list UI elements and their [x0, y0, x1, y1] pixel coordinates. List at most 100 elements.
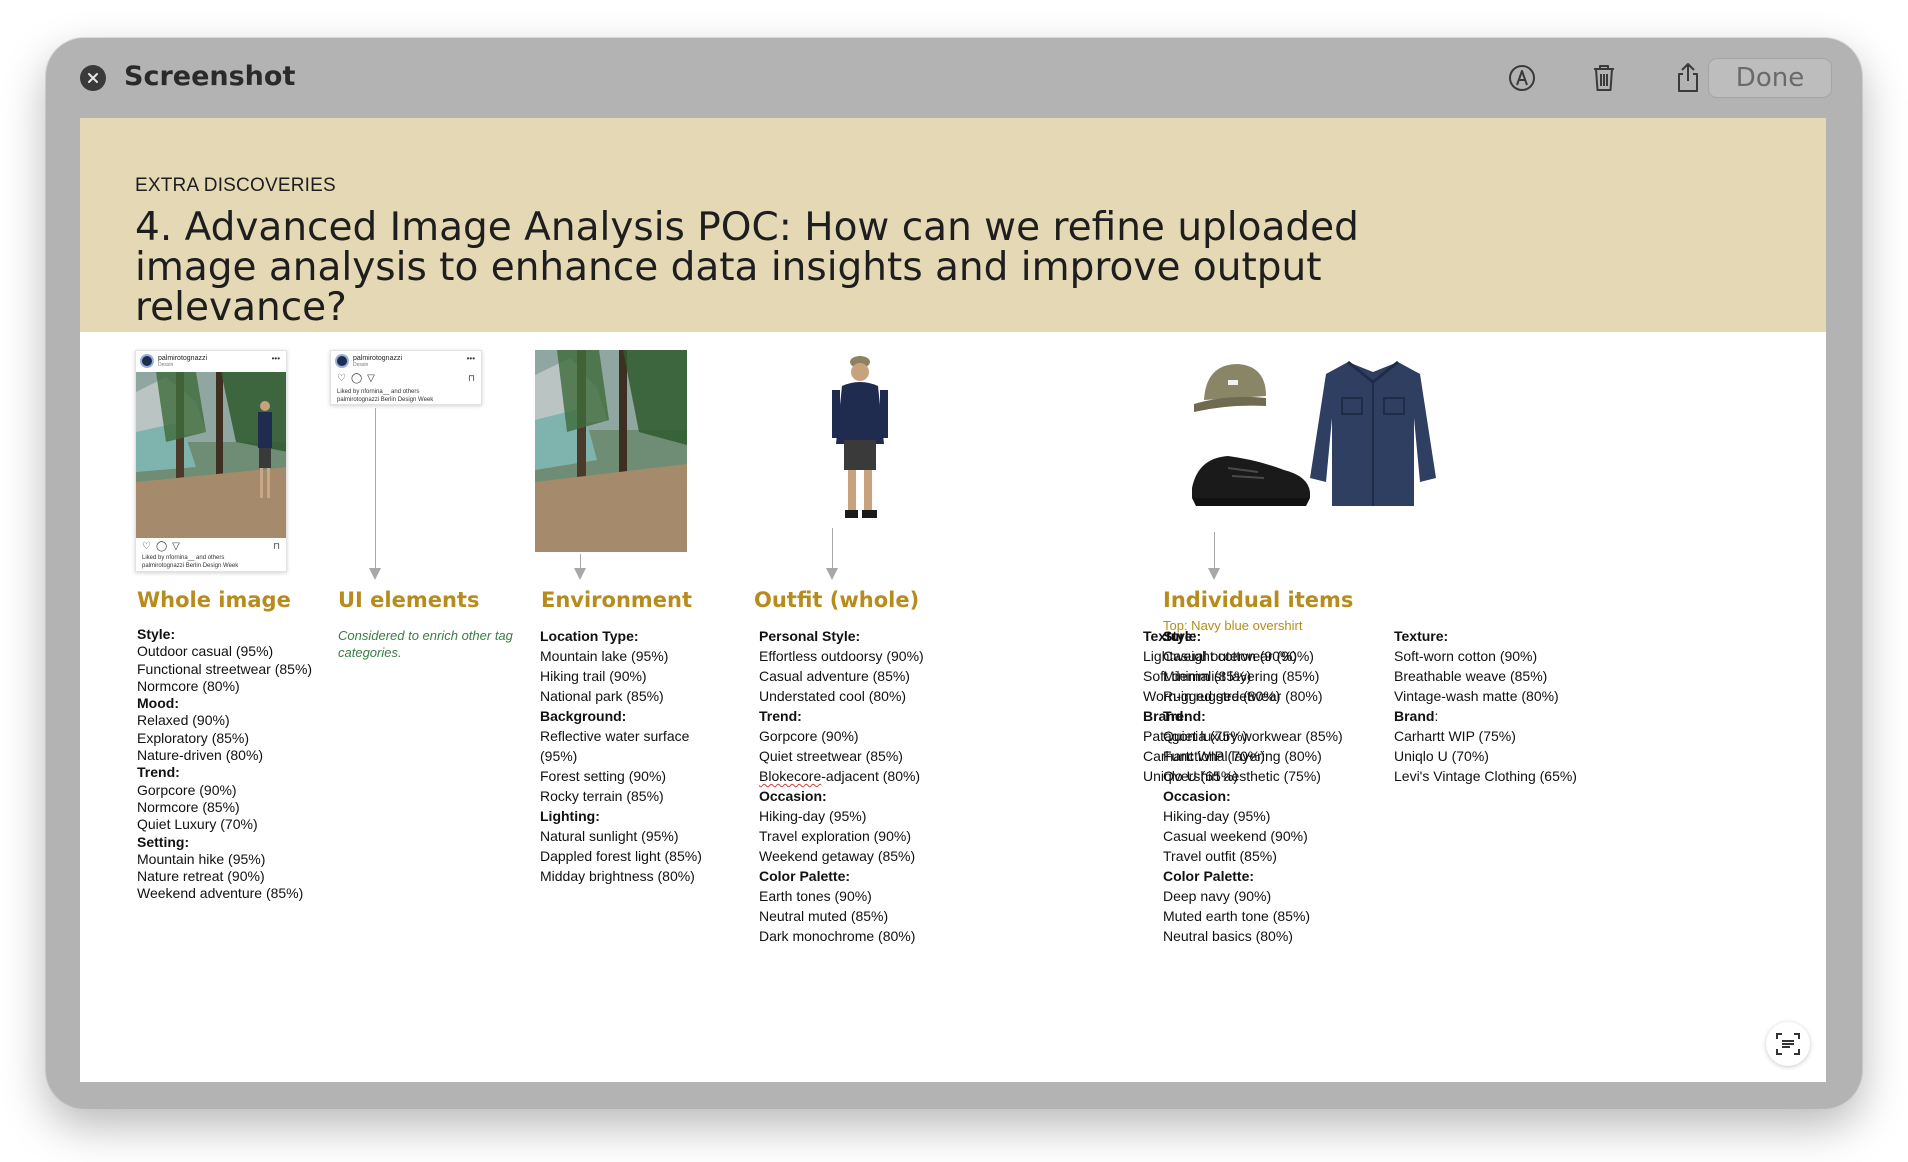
post-header: palmirotognazzi Dessin	[140, 354, 207, 368]
tag-item: Earth tones (90%)	[759, 888, 872, 904]
section-eyebrow: EXTRA DISCOVERIES	[135, 175, 336, 196]
outfit-tags-left: Personal Style: Effortless outdoorsy (90%…	[759, 626, 924, 946]
tag-item: Functional streetwear (85%)	[137, 660, 313, 677]
done-button[interactable]: Done	[1708, 58, 1832, 98]
live-text-button[interactable]	[1766, 1022, 1810, 1066]
arrow-down-icon	[1208, 568, 1220, 580]
post-likes: Liked by nfornina__ and others	[142, 555, 225, 561]
screenshot-window: Screenshot Done EXTRA DISCOVERIES 4. Adv…	[46, 38, 1862, 1108]
tag-item: Casual weekend (90%)	[1163, 828, 1308, 844]
tag-item: Casual adventure (85%)	[759, 668, 910, 684]
tag-item: Understated cool (80%)	[759, 688, 907, 704]
tag-item: Hiking-day (95%)	[759, 808, 867, 824]
close-button[interactable]	[80, 65, 106, 91]
tag-item: National park (85%)	[540, 688, 664, 704]
tag-item: Neutral basics (80%)	[1163, 928, 1293, 944]
delete-button[interactable]	[1586, 60, 1622, 96]
tag-item: Functional layering (80%)	[1163, 748, 1322, 764]
tag-item: Natural sunlight (95%)	[540, 828, 679, 844]
tag-heading: Color Palette:	[1163, 868, 1255, 884]
share-icon	[1678, 63, 1698, 92]
trash-icon	[1594, 65, 1614, 91]
more-icon: •••	[271, 354, 280, 363]
tag-heading: Style:	[1163, 628, 1202, 644]
tag-heading: Occasion:	[1163, 788, 1231, 804]
tag-item: Deep navy (90%)	[1163, 888, 1272, 904]
tag-item: Breathable weave (85%)	[1394, 668, 1548, 684]
tag-item: Quiet streetwear (85%)	[759, 748, 903, 764]
tag-heading: Lighting:	[540, 808, 600, 824]
tag-heading: Location Type:	[540, 628, 639, 644]
tag-item: Outdoor casual (95%)	[137, 643, 274, 660]
tag-heading: Trend:	[137, 764, 180, 781]
tag-item: Midday brightness (80%)	[540, 868, 695, 884]
instagram-post-thumbnail: palmirotognazzi Dessin ••• ♡ ◯ ▽ ⊓ Liked…	[135, 350, 287, 572]
tag-item: Nature-driven (80%)	[137, 747, 264, 764]
tag-item: Gorpcore (90%)	[759, 728, 859, 744]
tag-item: Mountain hike (95%)	[137, 850, 266, 867]
tag-item: Quiet luxury workwear (85%)	[1163, 728, 1343, 744]
share-button[interactable]	[1670, 60, 1706, 96]
tag-item: Normcore (80%)	[137, 677, 240, 694]
markup-button[interactable]	[1504, 60, 1540, 96]
tag-item: Weekend adventure (85%)	[137, 885, 304, 902]
avatar	[335, 354, 349, 368]
markup-icon	[1509, 65, 1535, 91]
post-actions: ♡ ◯ ▽	[337, 373, 375, 384]
post-actions: ♡ ◯ ▽	[142, 541, 180, 552]
tag-item: Gorpcore (90%)	[137, 781, 237, 798]
tag-item: Exploratory (85%)	[137, 729, 250, 746]
tag-item: Effortless outdoorsy (90%)	[759, 648, 924, 664]
live-text-icon	[1776, 1033, 1800, 1055]
sneaker-product-photo	[1188, 448, 1314, 510]
tag-heading: Texture:	[1394, 628, 1449, 644]
arrow-down-icon	[826, 568, 838, 580]
column-title-environment: Environment	[541, 588, 693, 612]
avatar	[140, 354, 154, 368]
window-title: Screenshot	[124, 61, 296, 92]
tag-item: Travel exploration (90%)	[759, 828, 911, 844]
tag-item: (95%)	[540, 748, 578, 764]
tag-item: Levi's Vintage Clothing (65%)	[1394, 768, 1577, 784]
post-header: palmirotognazzi Dessin	[335, 354, 402, 368]
tag-item: Dark monochrome (80%)	[759, 928, 916, 944]
post-caption: palmirotognazzi Berlin Design Week	[337, 397, 434, 403]
arrow-line	[832, 528, 833, 570]
tag-item: Vintage-wash matte (80%)	[1394, 688, 1559, 704]
slide-headline: 4. Advanced Image Analysis POC: How can …	[135, 205, 1359, 330]
arrow-down-icon	[369, 568, 381, 580]
arrow-line	[1214, 532, 1215, 570]
tag-heading: Background:	[540, 708, 627, 724]
tag-item: Hiking trail (90%)	[540, 668, 647, 684]
close-icon	[88, 73, 98, 83]
post-subtitle: Dessin	[353, 361, 369, 368]
tag-heading: Trend:	[759, 708, 802, 724]
arrow-down-icon	[574, 568, 586, 580]
tag-heading: Brand:	[1394, 708, 1439, 724]
post-username: palmirotognazzi	[353, 354, 403, 362]
column-title-individual-items: Individual items	[1163, 588, 1354, 612]
tag-item: Nature retreat (90%)	[137, 868, 265, 885]
post-subtitle: Dessin	[158, 361, 174, 368]
tag-heading: Trend:	[1163, 708, 1206, 724]
tag-item: Rocky terrain (85%)	[540, 788, 664, 804]
tag-heading: Setting:	[137, 833, 190, 850]
tag-heading: Mood:	[137, 695, 179, 712]
tag-item: Rugged streetwear (80%)	[1163, 688, 1323, 704]
more-icon: •••	[466, 354, 475, 363]
overshirt-product-photo	[1308, 358, 1438, 510]
title-bar: Screenshot Done	[46, 38, 1862, 118]
tag-item: Reflective water surface	[540, 728, 690, 744]
tag-item: Soft-worn cotton (90%)	[1394, 648, 1538, 664]
tag-item: Minimalist layering (85%)	[1163, 668, 1320, 684]
arrow-line	[375, 408, 376, 570]
post-likes: Liked by nfornina__ and others	[337, 389, 420, 395]
tag-item: Forest setting (90%)	[540, 768, 667, 784]
tag-item: Neutral muted (85%)	[759, 908, 889, 924]
bookmark-icon: ⊓	[272, 541, 280, 551]
tag-heading: Personal Style:	[759, 628, 861, 644]
instagram-ui-crop: palmirotognazzi Dessin ••• ♡ ◯ ▽ ⊓ Liked b…	[330, 350, 482, 405]
slide-content: EXTRA DISCOVERIES 4. Advanced Image Anal…	[80, 118, 1826, 1082]
post-caption: palmirotognazzi Berlin Design Week	[142, 563, 239, 569]
column-title-outfit: Outfit (whole)	[754, 588, 920, 612]
